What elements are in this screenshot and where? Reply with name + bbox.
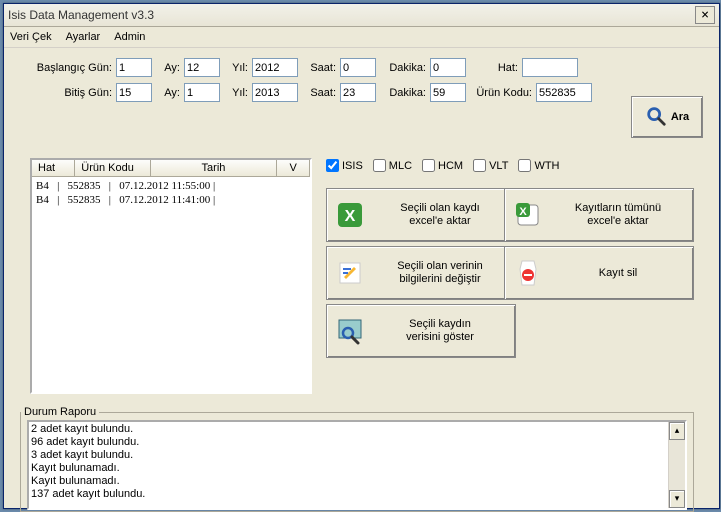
input-start-hour[interactable] <box>340 58 376 77</box>
chk-isis[interactable]: ISIS <box>326 159 363 172</box>
input-start-month[interactable] <box>184 58 220 77</box>
label-end-min: Dakika: <box>380 87 426 99</box>
chk-wth-label: WTH <box>534 160 559 172</box>
magnifier-icon <box>645 105 667 130</box>
excel-all-icon: X <box>513 200 543 230</box>
scroll-track[interactable] <box>669 440 685 490</box>
delete-button[interactable]: Kayıt sil <box>504 246 694 300</box>
close-button[interactable]: 🗙 <box>695 6 715 24</box>
view-icon <box>335 316 365 346</box>
label-urun-kodu: Ürün Kodu: <box>470 87 532 99</box>
show-selected-button[interactable]: Seçili kaydın verisini göster <box>326 304 516 358</box>
edit-selected-label: Seçili olan verinin bilgilerini değiştir <box>373 260 507 286</box>
col-tarih[interactable]: Tarih <box>151 160 278 176</box>
export-all-label: Kayıtların tümünü excel'e aktar <box>551 202 685 228</box>
menu-veri-cek[interactable]: Veri Çek <box>10 31 52 43</box>
input-urun-kodu[interactable] <box>536 83 592 102</box>
input-end-hour[interactable] <box>340 83 376 102</box>
col-urun-kodu[interactable]: Ürün Kodu <box>75 160 150 176</box>
menu-ayarlar[interactable]: Ayarlar <box>66 31 101 43</box>
app-window: Isis Data Management v3.3 🗙 Veri Çek Aya… <box>3 3 720 509</box>
report-group: Durum Raporu 2 adet kayıt bulundu. 96 ad… <box>20 406 694 512</box>
titlebar: Isis Data Management v3.3 🗙 <box>4 4 719 27</box>
col-hat[interactable]: Hat <box>32 160 75 176</box>
export-all-button[interactable]: X Kayıtların tümünü excel'e aktar <box>504 188 694 242</box>
edit-selected-button[interactable]: Seçili olan verinin bilgilerini değiştir <box>326 246 516 300</box>
input-end-day[interactable] <box>116 83 152 102</box>
chk-wth-input[interactable] <box>518 159 531 172</box>
chk-mlc[interactable]: MLC <box>373 159 412 172</box>
delete-label: Kayıt sil <box>551 267 685 280</box>
list-body: B4 | 552835 | 07.12.2012 11:55:00 | B4 |… <box>32 177 310 209</box>
input-start-min[interactable] <box>430 58 466 77</box>
scroll-up-icon[interactable]: ▴ <box>669 422 685 440</box>
list-header: Hat Ürün Kodu Tarih V <box>32 160 310 177</box>
list-row[interactable]: B4 | 552835 | 07.12.2012 11:55:00 | <box>36 179 306 193</box>
delete-icon <box>513 258 543 288</box>
col-v[interactable]: V <box>277 160 310 176</box>
search-button-label: Ara <box>671 111 689 123</box>
client-area: Başlangıç Gün: Ay: Yıl: Saat: Dakika: Ha… <box>4 48 719 118</box>
input-start-year[interactable] <box>252 58 298 77</box>
result-list[interactable]: Hat Ürün Kodu Tarih V B4 | 552835 | 07.1… <box>30 158 312 394</box>
checkbox-row: ISIS MLC HCM VLT WTH <box>326 159 560 172</box>
chk-isis-label: ISIS <box>342 160 363 172</box>
export-selected-button[interactable]: X Seçili olan kaydı excel'e aktar <box>326 188 516 242</box>
label-start-hour: Saat: <box>302 62 336 74</box>
chk-hcm[interactable]: HCM <box>422 159 463 172</box>
label-start-min: Dakika: <box>380 62 426 74</box>
label-end-hour: Saat: <box>302 87 336 99</box>
chk-hcm-label: HCM <box>438 160 463 172</box>
chk-mlc-label: MLC <box>389 160 412 172</box>
input-end-year[interactable] <box>252 83 298 102</box>
scroll-down-icon[interactable]: ▾ <box>669 490 685 508</box>
window-title: Isis Data Management v3.3 <box>8 8 154 22</box>
show-selected-label: Seçili kaydın verisini göster <box>373 318 507 344</box>
edit-icon <box>335 258 365 288</box>
label-start-day: Başlangıç Gün: <box>26 62 112 74</box>
chk-vlt[interactable]: VLT <box>473 159 508 172</box>
label-start-year: Yıl: <box>224 62 248 74</box>
label-end-day: Bitiş Gün: <box>26 87 112 99</box>
chk-isis-input[interactable] <box>326 159 339 172</box>
chk-hcm-input[interactable] <box>422 159 435 172</box>
chk-wth[interactable]: WTH <box>518 159 559 172</box>
list-row[interactable]: B4 | 552835 | 07.12.2012 11:41:00 | <box>36 193 306 207</box>
label-end-month: Ay: <box>156 87 180 99</box>
menu-admin[interactable]: Admin <box>114 31 145 43</box>
chk-vlt-input[interactable] <box>473 159 486 172</box>
input-start-day[interactable] <box>116 58 152 77</box>
chk-vlt-label: VLT <box>489 160 508 172</box>
menubar: Veri Çek Ayarlar Admin <box>4 27 719 48</box>
label-start-month: Ay: <box>156 62 180 74</box>
report-box[interactable]: 2 adet kayıt bulundu. 96 adet kayıt bulu… <box>27 420 687 510</box>
label-hat: Hat: <box>470 62 518 74</box>
report-legend: Durum Raporu <box>21 406 99 418</box>
export-selected-label: Seçili olan kaydı excel'e aktar <box>373 202 507 228</box>
search-button[interactable]: Ara <box>631 96 703 138</box>
input-end-month[interactable] <box>184 83 220 102</box>
svg-text:X: X <box>345 208 356 225</box>
svg-text:X: X <box>519 206 527 218</box>
excel-icon: X <box>335 200 365 230</box>
report-text: 2 adet kayıt bulundu. 96 adet kayıt bulu… <box>29 422 685 502</box>
label-end-year: Yıl: <box>224 87 248 99</box>
input-end-min[interactable] <box>430 83 466 102</box>
input-hat[interactable] <box>522 58 578 77</box>
chk-mlc-input[interactable] <box>373 159 386 172</box>
report-scrollbar[interactable]: ▴ ▾ <box>668 422 685 508</box>
